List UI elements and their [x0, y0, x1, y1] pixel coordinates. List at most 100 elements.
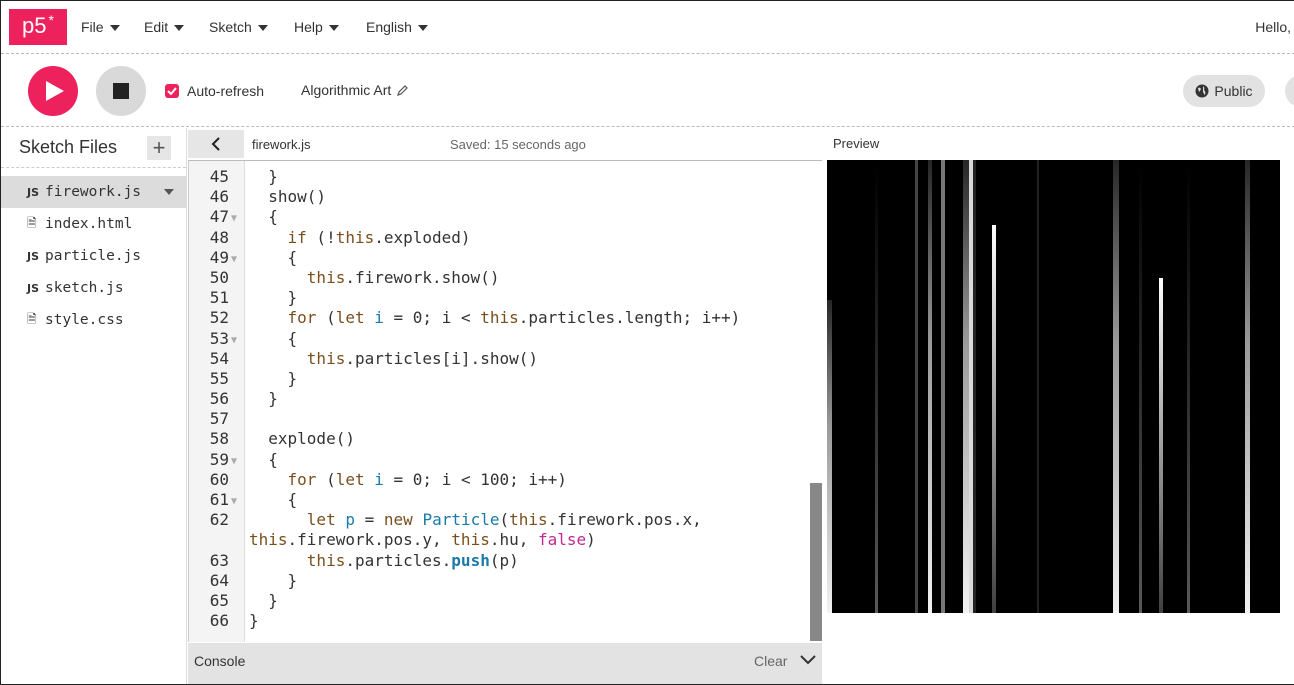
visibility-label: Public — [1214, 83, 1253, 99]
chevron-down-icon — [417, 25, 428, 31]
line-number: 50 — [209, 267, 229, 287]
fold-arrow-icon[interactable]: ▼ — [231, 209, 237, 229]
menu-edit[interactable]: Edit — [144, 1, 185, 53]
editor-header: firework.js Saved: 15 seconds ago — [188, 128, 822, 160]
line-number: 62 — [209, 510, 229, 530]
line-number: 56 — [209, 389, 229, 409]
line-number: 45 — [209, 167, 229, 186]
menu-language-label: English — [366, 19, 412, 35]
menu-language[interactable]: English — [366, 1, 428, 53]
editor-scrollbar[interactable] — [810, 483, 822, 641]
code-line[interactable]: 60 for (let i = 0; i < 100; i++) — [189, 470, 809, 490]
visibility-button[interactable]: Public — [1183, 75, 1265, 107]
file-item-particle-js[interactable]: JS particle.js — [1, 240, 186, 272]
play-button[interactable] — [28, 66, 78, 116]
top-nav: p5 * File Edit Sketch Help English Hello… — [1, 1, 1294, 53]
code-lines: 45 } 46 show() 47 ▼ {48 if (!this.exploded)… — [189, 167, 809, 631]
code-line[interactable]: 49 ▼ { — [189, 248, 809, 268]
code-line[interactable]: 56 } — [189, 389, 809, 409]
fold-arrow-icon[interactable]: ▼ — [231, 452, 237, 472]
code-text: for (let i = 0; i < 100; i++) — [287, 469, 567, 489]
menu-file[interactable]: File — [81, 1, 120, 53]
preview-canvas[interactable] — [827, 160, 1280, 613]
toolbar: Auto-refresh Algorithmic Art Public — [1, 53, 1294, 127]
checkmark-icon — [167, 87, 177, 95]
file-name: firework.js — [45, 184, 142, 200]
code-text: { — [249, 207, 278, 227]
code-line[interactable]: 48 if (!this.exploded) — [189, 228, 809, 248]
line-number: 66 — [209, 611, 229, 631]
line-number: 55 — [209, 368, 229, 388]
code-text: explode() — [249, 429, 355, 449]
menu-edit-label: Edit — [144, 19, 169, 35]
file-item-sketch-js[interactable]: JS sketch.js — [1, 272, 186, 304]
pencil-icon[interactable] — [397, 84, 409, 96]
code-text: this.particles.push(p) — [306, 550, 519, 570]
chevron-down-icon — [257, 25, 268, 31]
code-line[interactable]: 59 ▼ { — [189, 450, 809, 470]
js-file-icon: JS — [27, 249, 40, 263]
code-line[interactable]: 64 } — [189, 571, 809, 591]
auto-refresh-label: Auto-refresh — [187, 83, 265, 99]
code-line[interactable]: 58 explode() — [189, 429, 809, 449]
user-greeting[interactable]: Hello, — [1255, 1, 1291, 53]
chevron-down-icon[interactable] — [164, 189, 174, 195]
code-line[interactable]: 51 } — [189, 288, 809, 308]
file-item-firework-js[interactable]: JS firework.js — [1, 176, 186, 208]
toolbar-overflow-button[interactable] — [1285, 75, 1294, 107]
add-file-button[interactable]: + — [147, 136, 171, 160]
stop-button[interactable] — [96, 66, 146, 116]
menu-help[interactable]: Help — [294, 1, 339, 53]
code-text: } — [249, 611, 259, 631]
document-icon: 🗎 — [27, 311, 37, 326]
code-text: } — [249, 570, 298, 590]
line-number: 53 — [209, 328, 229, 348]
code-line[interactable]: 46 show() — [189, 187, 809, 207]
collapse-sidebar-button[interactable] — [188, 130, 244, 158]
code-line[interactable]: 52 for (let i = 0; i < this.particles.le… — [189, 308, 809, 328]
code-text: if (!this.exploded) — [287, 227, 471, 247]
file-item-index-html[interactable]: 🗎 index.html — [1, 208, 186, 240]
file-list: JS firework.js 🗎 index.html JS particle.… — [1, 176, 186, 336]
chevron-down-icon — [174, 25, 185, 31]
code-line[interactable]: 45 } — [189, 167, 809, 187]
code-line[interactable]: 50 this.firework.show() — [189, 268, 809, 288]
code-line[interactable]: 62 let p = new Particle(this.firework.po… — [189, 510, 809, 530]
chevron-down-icon[interactable] — [800, 655, 816, 665]
play-icon — [46, 81, 64, 101]
code-line[interactable]: 63 this.particles.push(p) — [189, 551, 809, 571]
code-line[interactable]: 66} — [189, 611, 809, 631]
logo-text: p5 — [22, 13, 47, 38]
code-line[interactable]: 53 ▼ { — [189, 329, 809, 349]
code-line[interactable]: 54 this.particles[i].show() — [189, 349, 809, 369]
code-text: let p = new Particle(this.firework.pos.x… — [306, 510, 702, 530]
line-number: 49 — [209, 247, 229, 267]
menu-sketch-label: Sketch — [209, 19, 252, 35]
line-number: 64 — [209, 570, 229, 590]
line-number: 48 — [209, 227, 229, 247]
code-line[interactable]: 65 } — [189, 591, 809, 611]
code-line[interactable]: 57 — [189, 409, 809, 429]
line-number: 52 — [209, 308, 229, 328]
auto-refresh-checkbox[interactable] — [165, 84, 179, 98]
file-item-style-css[interactable]: 🗎 style.css — [1, 304, 186, 336]
p5-logo[interactable]: p5 * — [9, 9, 67, 45]
js-file-icon: JS — [27, 185, 40, 199]
auto-refresh-toggle[interactable]: Auto-refresh — [165, 83, 264, 99]
code-editor[interactable]: 45 } 46 show() 47 ▼ {48 if (!this.exploded)… — [188, 160, 822, 642]
sketch-name[interactable]: Algorithmic Art — [301, 82, 409, 98]
console-clear-button[interactable]: Clear — [754, 653, 787, 669]
document-icon: 🗎 — [27, 215, 37, 230]
chevron-down-icon — [328, 25, 339, 31]
console-panel: Console Clear — [188, 643, 822, 684]
code-line[interactable]: this.firework.pos.y, this.hu, false) — [189, 530, 809, 550]
fold-arrow-icon[interactable]: ▼ — [231, 492, 237, 512]
menu-sketch[interactable]: Sketch — [209, 1, 268, 53]
fold-arrow-icon[interactable]: ▼ — [231, 331, 237, 351]
code-line[interactable]: 55 } — [189, 369, 809, 389]
saved-status: Saved: 15 seconds ago — [450, 136, 586, 152]
code-line[interactable]: 61 ▼ { — [189, 490, 809, 510]
fold-arrow-icon[interactable]: ▼ — [231, 250, 237, 270]
code-line[interactable]: 47 ▼ { — [189, 207, 809, 227]
code-text: } — [249, 389, 278, 409]
